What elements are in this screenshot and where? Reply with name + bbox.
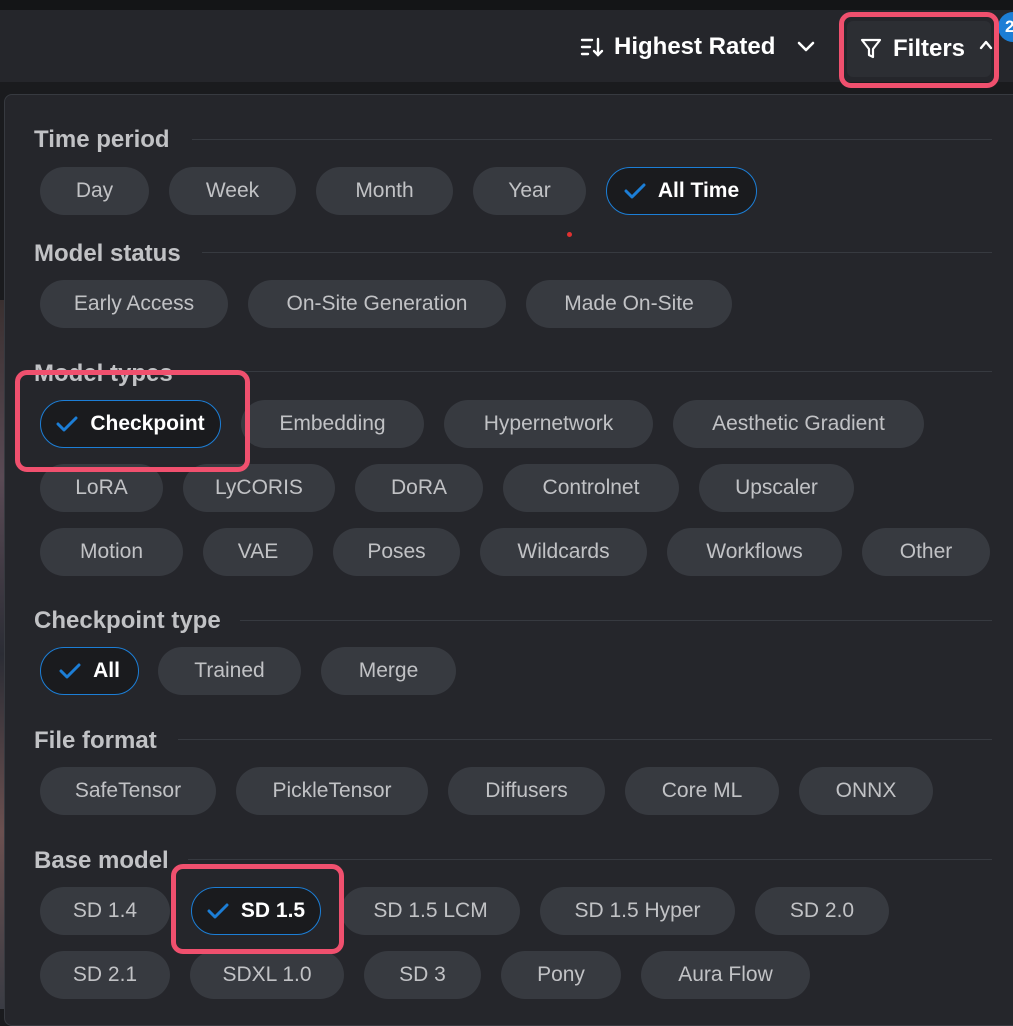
chip-base-sd-1-4[interactable]: SD 1.4	[40, 887, 170, 935]
chip-base-sd-1-5-lcm[interactable]: SD 1.5 LCM	[341, 887, 520, 935]
check-icon	[56, 416, 78, 432]
chip-type-checkpoint[interactable]: Checkpoint	[40, 400, 221, 448]
check-icon	[207, 903, 229, 919]
chevron-down-icon	[797, 41, 815, 53]
chip-type-dora[interactable]: DoRA	[355, 464, 483, 512]
sort-label: Highest Rated	[614, 33, 776, 60]
chip-status-made-on-site[interactable]: Made On-Site	[526, 280, 732, 328]
section-title-time-period: Time period	[34, 126, 170, 153]
section-title-checkpoint-type: Checkpoint type	[34, 607, 221, 634]
section-divider	[202, 252, 992, 253]
chip-format-diffusers[interactable]: Diffusers	[448, 767, 605, 815]
check-icon	[59, 663, 81, 679]
chip-time-day[interactable]: Day	[40, 167, 149, 215]
chip-time-all-time[interactable]: All Time	[606, 167, 757, 215]
chip-type-controlnet[interactable]: Controlnet	[503, 464, 679, 512]
sort-descending-icon	[580, 36, 604, 58]
chip-base-sd-2-0[interactable]: SD 2.0	[755, 887, 889, 935]
chip-checkpoint-merge[interactable]: Merge	[321, 647, 456, 695]
chip-type-lycoris[interactable]: LyCORIS	[183, 464, 335, 512]
chip-type-poses[interactable]: Poses	[333, 528, 460, 576]
section-divider	[178, 739, 992, 740]
chip-type-motion[interactable]: Motion	[40, 528, 183, 576]
chip-base-sd-1-5-hyper[interactable]: SD 1.5 Hyper	[540, 887, 735, 935]
check-icon	[624, 183, 646, 199]
chip-time-week[interactable]: Week	[169, 167, 296, 215]
chip-label: All Time	[657, 179, 740, 202]
funnel-icon	[859, 37, 883, 61]
chip-format-safetensor[interactable]: SafeTensor	[40, 767, 216, 815]
section-divider	[240, 620, 992, 621]
chip-format-core-ml[interactable]: Core ML	[625, 767, 779, 815]
chip-type-aesthetic-gradient[interactable]: Aesthetic Gradient	[673, 400, 924, 448]
chip-base-sd-1-5[interactable]: SD 1.5	[191, 887, 321, 935]
section-divider	[192, 139, 992, 140]
chip-base-pony[interactable]: Pony	[501, 951, 621, 999]
chip-type-wildcards[interactable]: Wildcards	[480, 528, 647, 576]
section-divider	[188, 859, 992, 860]
chip-type-upscaler[interactable]: Upscaler	[699, 464, 854, 512]
chip-type-hypernetwork[interactable]: Hypernetwork	[444, 400, 653, 448]
chip-label: All	[93, 659, 120, 682]
chip-label: Checkpoint	[90, 412, 205, 435]
chip-checkpoint-all[interactable]: All	[40, 647, 139, 695]
section-title-base-model: Base model	[34, 847, 169, 874]
filters-label: Filters	[893, 35, 966, 62]
chip-base-sd-2-1[interactable]: SD 2.1	[40, 951, 170, 999]
section-title-file-format: File format	[34, 727, 157, 754]
filters-button[interactable]: Filters	[847, 21, 993, 77]
chip-checkpoint-trained[interactable]: Trained	[158, 647, 301, 695]
section-title-model-status: Model status	[34, 240, 181, 267]
chip-status-early-access[interactable]: Early Access	[40, 280, 228, 328]
section-title-model-types: Model types	[34, 360, 173, 387]
sort-dropdown-button[interactable]: Highest Rated	[580, 22, 815, 72]
chevron-up-icon	[979, 39, 993, 51]
chip-label: SD 1.5	[240, 899, 306, 922]
chip-base-sd-3[interactable]: SD 3	[364, 951, 481, 999]
chip-type-other[interactable]: Other	[862, 528, 990, 576]
chip-base-sdxl-1-0[interactable]: SDXL 1.0	[190, 951, 344, 999]
red-dot-marker	[567, 232, 572, 237]
chip-type-lora[interactable]: LoRA	[40, 464, 163, 512]
chip-format-onnx[interactable]: ONNX	[799, 767, 933, 815]
chip-status-on-site-generation[interactable]: On-Site Generation	[248, 280, 506, 328]
chip-format-pickletensor[interactable]: PickleTensor	[236, 767, 428, 815]
chip-type-embedding[interactable]: Embedding	[241, 400, 424, 448]
chip-time-year[interactable]: Year	[473, 167, 586, 215]
chip-time-month[interactable]: Month	[316, 167, 453, 215]
chip-type-workflows[interactable]: Workflows	[667, 528, 842, 576]
chip-base-aura-flow[interactable]: Aura Flow	[641, 951, 810, 999]
window-top-strip	[0, 0, 1013, 10]
section-divider	[192, 371, 992, 372]
chip-type-vae[interactable]: VAE	[203, 528, 313, 576]
